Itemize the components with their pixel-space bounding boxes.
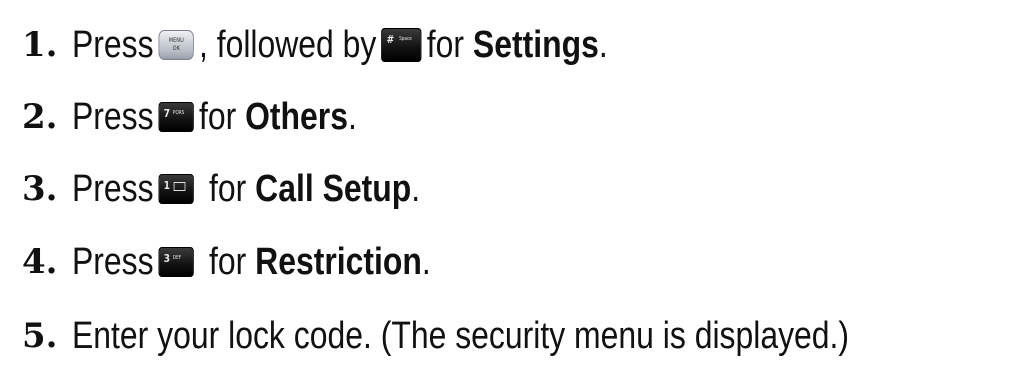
- step-4: 4. Press 3 DEF for Restriction.: [22, 232, 499, 292]
- step-text: Enter your lock code. (The security menu…: [72, 314, 850, 357]
- key-label: #: [386, 33, 395, 46]
- punctuation: .: [421, 240, 431, 283]
- punctuation: .: [347, 95, 357, 138]
- key-sublabel: PQRS: [172, 110, 185, 116]
- step-5: 5. Enter your lock code. (The security m…: [22, 306, 997, 366]
- step-text: Press 1 for Call Setup.: [72, 168, 420, 211]
- step-text: Press MENU OK , followed by # Space for …: [72, 24, 608, 67]
- step-number: 2.: [22, 97, 58, 137]
- step-word: Press: [72, 240, 154, 283]
- step-word: for: [209, 167, 247, 210]
- seven-key-icon: 7 PQRS: [158, 102, 194, 132]
- menu-option: Others: [245, 95, 348, 138]
- key-label: 3: [163, 252, 171, 265]
- step-3: 3. Press 1 for Call Setup.: [22, 159, 486, 219]
- step-word: for: [426, 23, 465, 66]
- one-key-icon: 1: [158, 174, 194, 204]
- key-label: 7: [163, 107, 171, 120]
- step-word: Press: [72, 23, 154, 66]
- punctuation: .: [411, 167, 421, 210]
- menu-option: Restriction: [255, 240, 422, 283]
- step-number: 3.: [22, 169, 58, 209]
- key-label: 1: [163, 179, 171, 192]
- key-sublabel: Space: [399, 36, 412, 42]
- menu-option: Call Setup: [255, 167, 412, 210]
- step-number: 1.: [22, 25, 58, 65]
- menu-ok-key-icon: MENU OK: [158, 30, 194, 60]
- key-label: MENU: [168, 37, 184, 44]
- step-number: 4.: [22, 242, 58, 282]
- instruction-steps: 1. Press MENU OK , followed by # Space f…: [0, 0, 1025, 382]
- menu-option: Settings: [472, 23, 599, 66]
- pound-key-icon: # Space: [381, 28, 422, 62]
- key-label: OK: [172, 45, 180, 52]
- step-1: 1. Press MENU OK , followed by # Space f…: [22, 15, 710, 75]
- step-word: , followed by: [198, 23, 377, 66]
- punctuation: .: [598, 23, 608, 66]
- step-text: Press 7 PQRS for Others.: [72, 96, 357, 139]
- step-word: Press: [72, 167, 154, 210]
- step-word: for: [209, 240, 247, 283]
- step-word: for: [198, 95, 237, 138]
- step-text: Press 3 DEF for Restriction.: [72, 241, 431, 284]
- step-number: 5.: [22, 316, 58, 356]
- step-word: Press: [72, 95, 154, 138]
- step-2: 2. Press 7 PQRS for Others.: [22, 87, 411, 147]
- key-sublabel: DEF: [172, 255, 182, 261]
- three-key-icon: 3 DEF: [158, 247, 194, 277]
- envelope-icon: [173, 182, 186, 191]
